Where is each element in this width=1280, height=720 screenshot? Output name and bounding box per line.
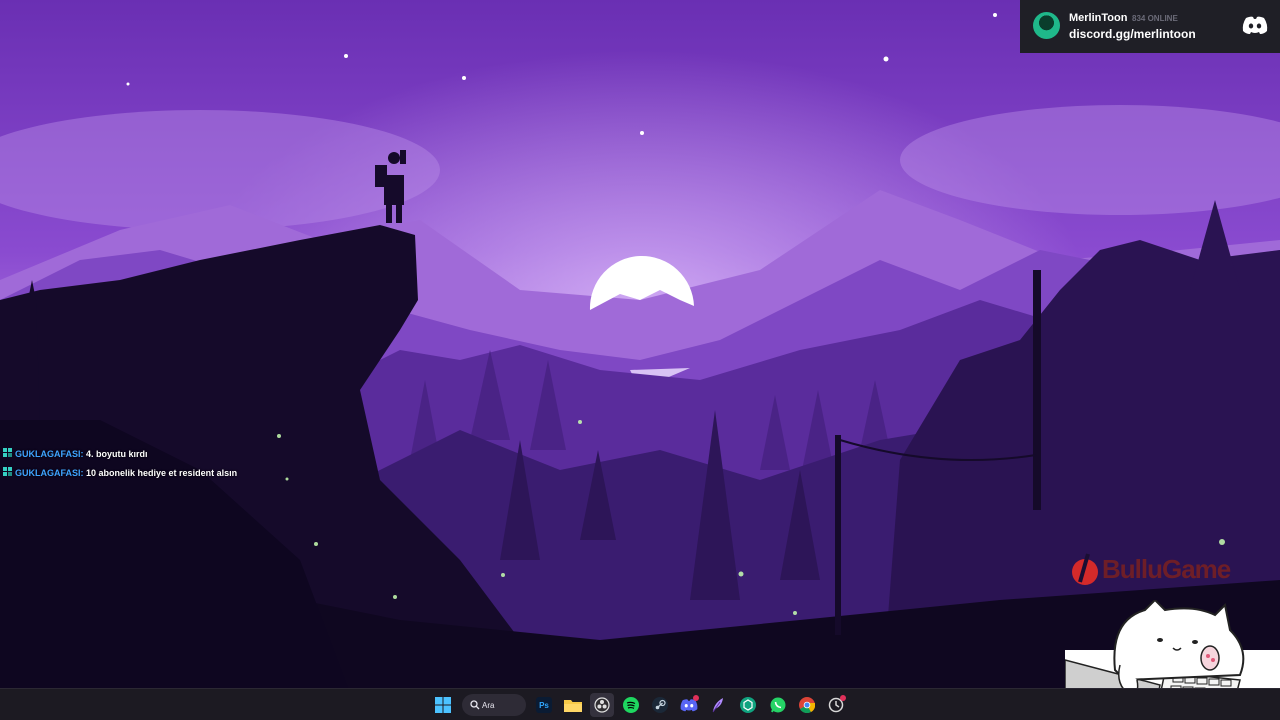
taskbar-app-chatgpt[interactable] bbox=[736, 693, 760, 717]
taskbar-app-recorder[interactable] bbox=[824, 693, 848, 717]
taskbar-app-chrome[interactable] bbox=[795, 693, 819, 717]
chat-text: 10 abonelik hediye et resident alsın bbox=[86, 468, 238, 478]
discord-icon bbox=[1242, 16, 1268, 34]
taskbar-app-discord[interactable] bbox=[677, 693, 701, 717]
stream-chat: GUKLAGAFASI: 4. boyutu kırdı GUKLAGAFASI… bbox=[3, 446, 423, 484]
subscriber-badge-icon bbox=[3, 467, 12, 476]
file-explorer-icon bbox=[564, 700, 582, 712]
chatgpt-icon bbox=[740, 697, 756, 713]
taskbar-app-spotify[interactable] bbox=[619, 693, 643, 717]
taskbar: Ara Ps bbox=[0, 688, 1280, 720]
chat-username: GUKLAGAFASI: bbox=[15, 468, 84, 478]
taskbar-app-obs[interactable] bbox=[590, 693, 614, 717]
chat-message: GUKLAGAFASI: 10 abonelik hediye et resid… bbox=[3, 465, 423, 484]
taskbar-app-whatsapp[interactable] bbox=[766, 693, 790, 717]
whatsapp-icon bbox=[770, 697, 786, 713]
recording-indicator bbox=[840, 695, 846, 701]
taskbar-app-feather[interactable] bbox=[706, 693, 730, 717]
start-button[interactable] bbox=[431, 693, 455, 717]
windows-start-icon bbox=[435, 697, 451, 713]
sponsor-text: BulluGame bbox=[1102, 554, 1231, 584]
discord-invite-link: discord.gg/merlintoon bbox=[1069, 27, 1196, 41]
discord-widget: MerlinToon 834 ONLINE discord.gg/merlint… bbox=[1020, 0, 1280, 53]
steam-icon bbox=[652, 697, 668, 713]
taskbar-app-steam[interactable] bbox=[648, 693, 672, 717]
taskbar-app-photoshop[interactable]: Ps bbox=[532, 693, 556, 717]
photoshop-icon: Ps bbox=[536, 697, 552, 713]
chrome-icon bbox=[799, 697, 815, 713]
discord-online-count: 834 ONLINE bbox=[1132, 14, 1178, 23]
discord-username: MerlinToon bbox=[1069, 12, 1128, 24]
spotify-icon bbox=[623, 697, 639, 713]
search-icon bbox=[470, 700, 480, 710]
search-label: Ara bbox=[482, 700, 495, 710]
sponsor-mark-icon bbox=[1072, 553, 1098, 585]
taskbar-search[interactable]: Ara bbox=[462, 694, 526, 716]
chat-username: GUKLAGAFASI: bbox=[15, 449, 84, 459]
obs-icon bbox=[594, 697, 610, 713]
sponsor-logo: BulluGame bbox=[1068, 548, 1280, 588]
feather-app-icon bbox=[712, 698, 723, 713]
subscriber-badge-icon bbox=[3, 448, 12, 457]
taskbar-app-file-explorer[interactable] bbox=[561, 693, 585, 717]
notification-badge bbox=[693, 695, 699, 701]
chat-text: 4. boyutu kırdı bbox=[86, 449, 148, 459]
avatar bbox=[1033, 12, 1060, 39]
chat-message: GUKLAGAFASI: 4. boyutu kırdı bbox=[3, 446, 423, 465]
